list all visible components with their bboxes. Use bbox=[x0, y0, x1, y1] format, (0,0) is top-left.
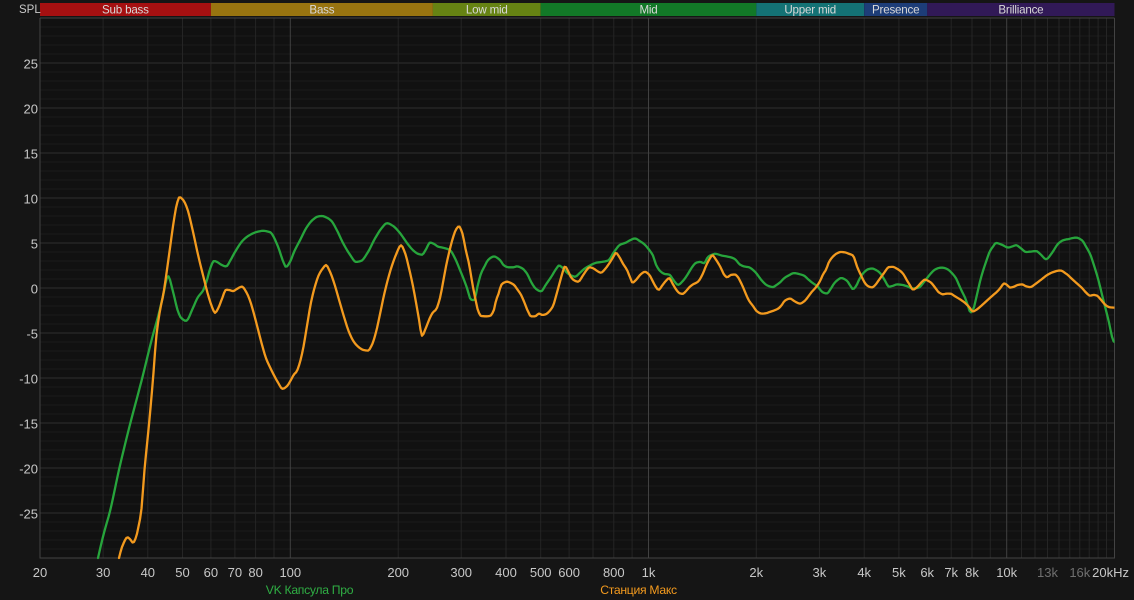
svg-text:20: 20 bbox=[24, 102, 38, 117]
svg-text:VK Капсула Про: VK Капсула Про bbox=[266, 583, 354, 597]
svg-text:Bass: Bass bbox=[309, 3, 334, 16]
svg-text:-25: -25 bbox=[19, 507, 38, 522]
svg-text:Станция Макс: Станция Макс bbox=[600, 583, 677, 597]
svg-text:-20: -20 bbox=[19, 462, 38, 477]
svg-text:600: 600 bbox=[558, 565, 580, 580]
svg-text:500: 500 bbox=[530, 565, 552, 580]
svg-text:70: 70 bbox=[228, 565, 242, 580]
svg-text:800: 800 bbox=[603, 565, 625, 580]
svg-text:8k: 8k bbox=[965, 565, 979, 580]
svg-text:60: 60 bbox=[204, 565, 218, 580]
svg-text:4k: 4k bbox=[857, 565, 871, 580]
svg-text:5k: 5k bbox=[892, 565, 906, 580]
svg-text:Mid: Mid bbox=[639, 3, 657, 16]
svg-text:30: 30 bbox=[96, 565, 110, 580]
svg-text:5: 5 bbox=[31, 237, 38, 252]
svg-text:Brilliance: Brilliance bbox=[998, 3, 1043, 16]
svg-text:200: 200 bbox=[387, 565, 409, 580]
svg-text:3k: 3k bbox=[813, 565, 827, 580]
svg-text:Presence: Presence bbox=[872, 3, 919, 16]
svg-text:Low mid: Low mid bbox=[466, 3, 508, 16]
svg-text:15: 15 bbox=[24, 147, 38, 162]
svg-text:7k: 7k bbox=[944, 565, 958, 580]
svg-text:400: 400 bbox=[495, 565, 517, 580]
svg-text:16k: 16k bbox=[1069, 565, 1090, 580]
svg-text:6k: 6k bbox=[920, 565, 934, 580]
svg-text:-15: -15 bbox=[19, 417, 38, 432]
svg-text:100: 100 bbox=[279, 565, 301, 580]
svg-text:2k: 2k bbox=[749, 565, 763, 580]
svg-text:0: 0 bbox=[31, 282, 38, 297]
svg-text:25: 25 bbox=[24, 57, 38, 72]
svg-text:20kHz: 20kHz bbox=[1092, 565, 1129, 580]
svg-text:10k: 10k bbox=[996, 565, 1017, 580]
svg-text:-5: -5 bbox=[26, 327, 38, 342]
svg-text:20: 20 bbox=[33, 565, 47, 580]
svg-text:-10: -10 bbox=[19, 372, 38, 387]
svg-text:40: 40 bbox=[141, 565, 155, 580]
svg-text:13k: 13k bbox=[1037, 565, 1058, 580]
svg-text:Sub bass: Sub bass bbox=[102, 3, 149, 16]
svg-text:300: 300 bbox=[450, 565, 472, 580]
svg-text:Upper mid: Upper mid bbox=[784, 3, 836, 16]
svg-text:10: 10 bbox=[24, 192, 38, 207]
svg-text:1k: 1k bbox=[642, 565, 656, 580]
svg-text:SPL: SPL bbox=[19, 4, 41, 16]
svg-text:80: 80 bbox=[248, 565, 262, 580]
svg-text:50: 50 bbox=[175, 565, 189, 580]
